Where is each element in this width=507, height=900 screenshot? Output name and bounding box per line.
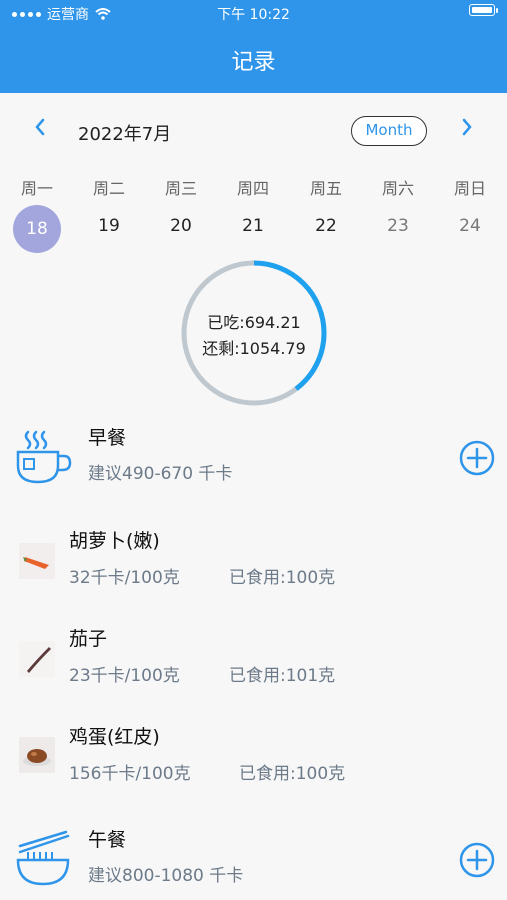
date-cell[interactable]: 22 — [297, 216, 355, 236]
food-name: 茄子 — [69, 628, 108, 650]
eaten-calories: 已吃:694.21 — [207, 313, 301, 332]
weekday-label: 周三 — [164, 179, 197, 198]
status-bar: 运营商 下午 10:22 — [0, 4, 507, 26]
date-cell[interactable]: 21 — [224, 216, 282, 236]
previous-month-button[interactable] — [25, 117, 55, 143]
date-cell[interactable]: 23 — [369, 216, 427, 236]
meal-title: 午餐 — [88, 829, 127, 851]
food-calories: 32千卡/100克 — [69, 568, 180, 588]
weekday-label: 周一 — [20, 179, 53, 198]
add-breakfast-button[interactable] — [459, 440, 495, 476]
date-cell[interactable]: 24 — [441, 216, 499, 236]
date-cell[interactable]: 20 — [152, 216, 210, 236]
weekday-label: 周日 — [453, 179, 486, 198]
food-name: 胡萝卜(嫩) — [69, 530, 160, 552]
food-consumed-amount: 已食用:101克 — [229, 666, 336, 686]
weekday-label: 周五 — [309, 179, 342, 198]
food-item[interactable]: 鸡蛋(红皮) 156千卡/100克 已食用:100克 — [0, 720, 507, 784]
noodle-bowl-icon — [16, 830, 70, 886]
breakfast-section: 早餐 建议490-670 千卡 — [0, 420, 507, 490]
food-name: 鸡蛋(红皮) — [69, 726, 160, 748]
add-lunch-button[interactable] — [459, 842, 495, 878]
eggplant-image — [19, 641, 55, 677]
weekday-header-row: 周一 周二 周三 周四 周五 周六 周日 — [0, 175, 507, 199]
battery-icon — [469, 4, 498, 16]
chevron-left-icon — [35, 118, 45, 136]
month-view-toggle-button[interactable]: Month — [351, 116, 427, 146]
food-consumed-amount: 已食用:100克 — [229, 568, 336, 588]
date-number: 18 — [13, 205, 61, 253]
date-row: 18 19 20 21 22 23 24 — [0, 205, 507, 253]
status-time: 下午 10:22 — [217, 7, 290, 23]
egg-image — [19, 737, 55, 773]
food-consumed-amount: 已食用:100克 — [239, 764, 346, 784]
lunch-section: 午餐 建议800-1080 千卡 — [0, 822, 507, 896]
meal-calorie-suggestion: 建议800-1080 千卡 — [88, 866, 244, 886]
chevron-right-icon — [462, 118, 472, 136]
next-month-button[interactable] — [452, 117, 482, 143]
carrot-image — [19, 543, 55, 579]
food-item[interactable]: 胡萝卜(嫩) 32千卡/100克 已食用:100克 — [0, 524, 507, 588]
weekday-label: 周二 — [92, 179, 125, 198]
coffee-cup-icon — [16, 430, 72, 484]
food-calories: 23千卡/100克 — [69, 666, 180, 686]
page-title: 记录 — [231, 50, 276, 75]
date-cell[interactable]: 19 — [80, 216, 138, 236]
meal-calorie-suggestion: 建议490-670 千卡 — [88, 464, 233, 484]
food-item[interactable]: 茄子 23千卡/100克 已食用:101克 — [0, 622, 507, 686]
food-calories: 156千卡/100克 — [69, 764, 191, 784]
date-cell-selected[interactable]: 18 — [8, 205, 66, 253]
app-header: 运营商 下午 10:22 记录 — [0, 0, 507, 93]
remaining-calories: 还剩:1054.79 — [202, 339, 306, 358]
weekday-label: 周六 — [381, 179, 414, 198]
calorie-summary: 已吃:694.21 还剩:1054.79 — [180, 310, 328, 362]
weekday-label: 周四 — [236, 179, 269, 198]
current-month-label: 2022年7月 — [78, 124, 172, 145]
meal-title: 早餐 — [88, 427, 127, 449]
month-navigation: 2022年7月 Month — [0, 112, 507, 152]
